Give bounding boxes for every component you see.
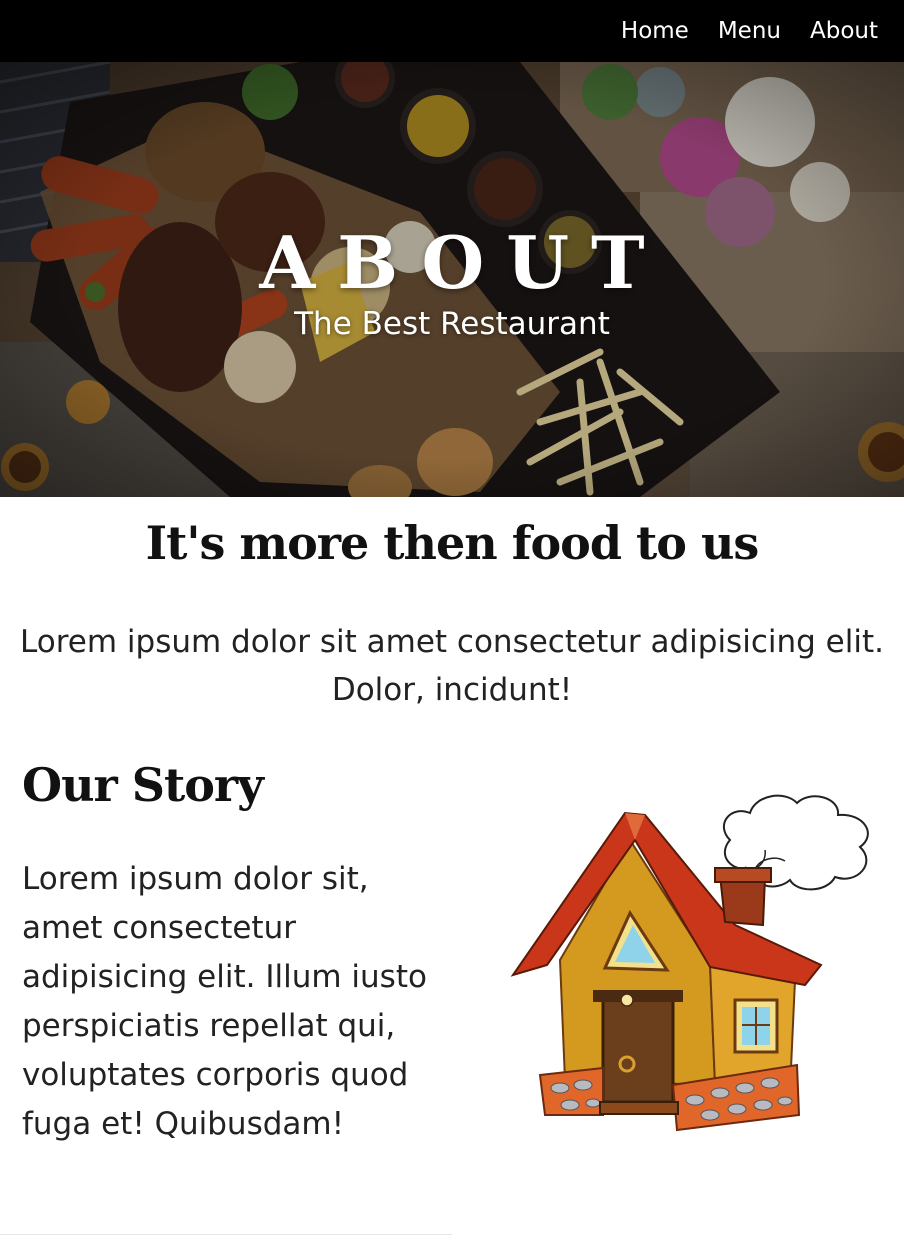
story-heading: Our Story — [22, 758, 264, 812]
intro-text: Lorem ipsum dolor sit amet consectetur a… — [20, 624, 884, 708]
hero-title: ABOUT — [259, 220, 667, 305]
house-illustration — [510, 794, 869, 1132]
story-text: Lorem ipsum dolor sit, amet consectetur … — [22, 861, 427, 1142]
hero-subtitle: The Best Restaurant — [294, 306, 610, 342]
hero-banner: ABOUT The Best Restaurant — [0, 62, 904, 497]
section-divider — [0, 1234, 452, 1235]
nav-link-menu[interactable]: Menu — [718, 18, 781, 44]
nav-link-home[interactable]: Home — [621, 18, 689, 44]
intro-heading: It's more then food to us — [145, 516, 760, 570]
top-navbar: Home Menu About — [0, 0, 904, 62]
nav-link-about[interactable]: About — [810, 18, 878, 44]
nav-links: Home Menu About — [621, 0, 878, 62]
